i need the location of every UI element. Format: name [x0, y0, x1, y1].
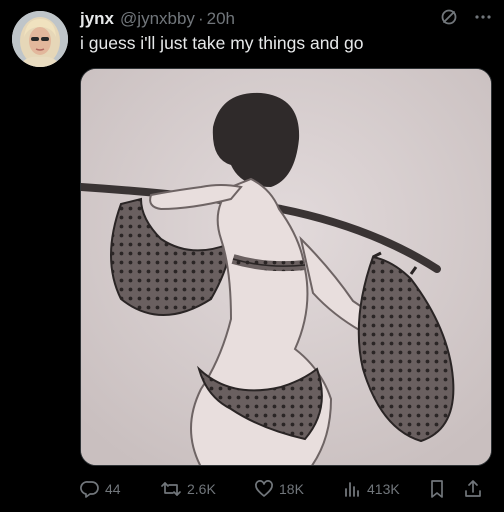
analytics-icon — [345, 482, 359, 497]
avatar[interactable] — [12, 11, 68, 67]
share-icon — [465, 480, 481, 497]
share-button[interactable] — [464, 478, 482, 500]
separator-dot: · — [197, 9, 204, 28]
tweet-actions: 44 2.6K 18K 413K — [80, 478, 490, 500]
timestamp[interactable]: 20h — [207, 9, 235, 29]
bookmark-button[interactable] — [428, 478, 446, 500]
heart-icon — [255, 480, 273, 497]
sketch-image — [81, 69, 491, 465]
display-name[interactable]: jynx — [80, 9, 114, 29]
tweet-header: jynx @jynxbby · 20h — [80, 8, 494, 30]
view-count: 413K — [367, 481, 400, 497]
grok-icon[interactable] — [440, 8, 458, 31]
avatar-image — [12, 11, 68, 67]
header-actions — [440, 8, 492, 30]
like-count: 18K — [279, 481, 304, 497]
reply-count: 44 — [105, 481, 121, 497]
tweet-media[interactable] — [80, 68, 492, 466]
repost-button[interactable]: 2.6K — [160, 478, 216, 500]
bookmark-icon — [431, 480, 443, 498]
tweet-text: i guess i'll just take my things and go — [80, 33, 364, 53]
reply-icon — [80, 481, 99, 498]
reply-button[interactable]: 44 — [80, 478, 121, 500]
repost-icon — [161, 482, 181, 496]
repost-count: 2.6K — [187, 481, 216, 497]
more-options-icon[interactable] — [474, 8, 492, 31]
like-button[interactable]: 18K — [254, 478, 304, 500]
views-button[interactable]: 413K — [342, 478, 400, 500]
user-handle[interactable]: @jynxbby — [120, 9, 195, 29]
